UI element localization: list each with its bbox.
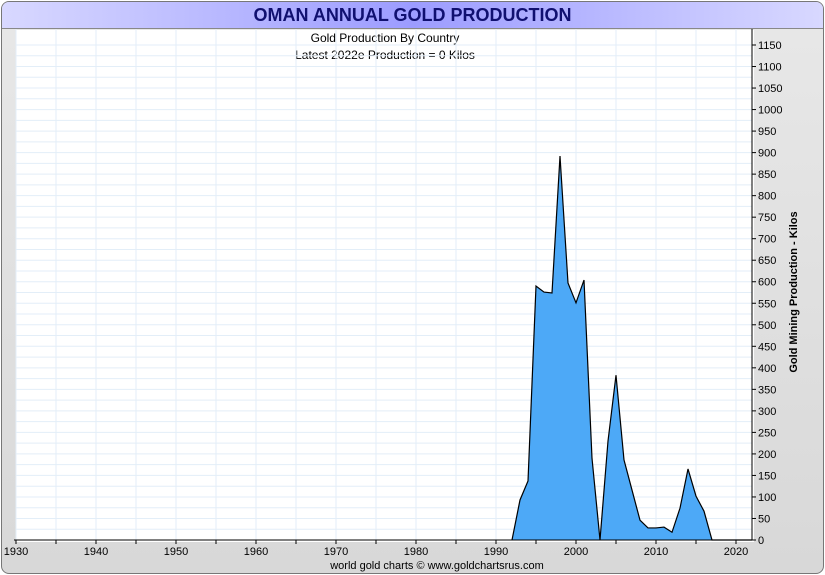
y-tick-label: 850 xyxy=(758,169,776,181)
x-tick-label: 2020 xyxy=(724,546,748,558)
y-tick-label: 550 xyxy=(758,298,776,310)
y-tick-label: 50 xyxy=(758,513,770,525)
x-tick-label: 1960 xyxy=(244,546,268,558)
y-tick-label: 700 xyxy=(758,234,776,246)
y-tick-label: 450 xyxy=(758,341,776,353)
production-area xyxy=(512,156,752,540)
y-tick-label: 950 xyxy=(758,126,776,138)
x-tick-label: 1940 xyxy=(84,546,108,558)
y-tick-label: 350 xyxy=(758,384,776,396)
y-tick-label: 600 xyxy=(758,277,776,289)
y-axis-label: Gold Mining Production - Kilos xyxy=(788,211,800,372)
y-tick-label: 0 xyxy=(758,535,764,547)
x-tick-label: 1980 xyxy=(404,546,428,558)
y-tick-label: 250 xyxy=(758,427,776,439)
y-tick-label: 500 xyxy=(758,320,776,332)
x-tick-label: 2000 xyxy=(564,546,588,558)
x-tick-label: 1930 xyxy=(4,546,28,558)
y-tick-label: 1050 xyxy=(758,83,782,95)
y-tick-label: 650 xyxy=(758,255,776,267)
y-tick-label: 1000 xyxy=(758,105,782,117)
y-tick-label: 100 xyxy=(758,492,776,504)
y-tick-label: 150 xyxy=(758,470,776,482)
x-tick-label: 1990 xyxy=(484,546,508,558)
x-tick-label: 1950 xyxy=(164,546,188,558)
y-tick-label: 400 xyxy=(758,363,776,375)
chart-svg: 1930 1940 1950 1960 1970 1980 1990 2000 2010 2020… xyxy=(4,29,800,558)
y-tick-label: 750 xyxy=(758,212,776,224)
y-tick-label: 1150 xyxy=(758,40,782,52)
y-tick-label: 300 xyxy=(758,406,776,418)
y-tick-label: 800 xyxy=(758,191,776,203)
y-tick-label: 1100 xyxy=(758,62,782,74)
y-tick-label: 200 xyxy=(758,449,776,461)
x-tick-label: 2010 xyxy=(644,546,668,558)
x-tick-label: 1970 xyxy=(324,546,348,558)
y-tick-label: 900 xyxy=(758,148,776,160)
